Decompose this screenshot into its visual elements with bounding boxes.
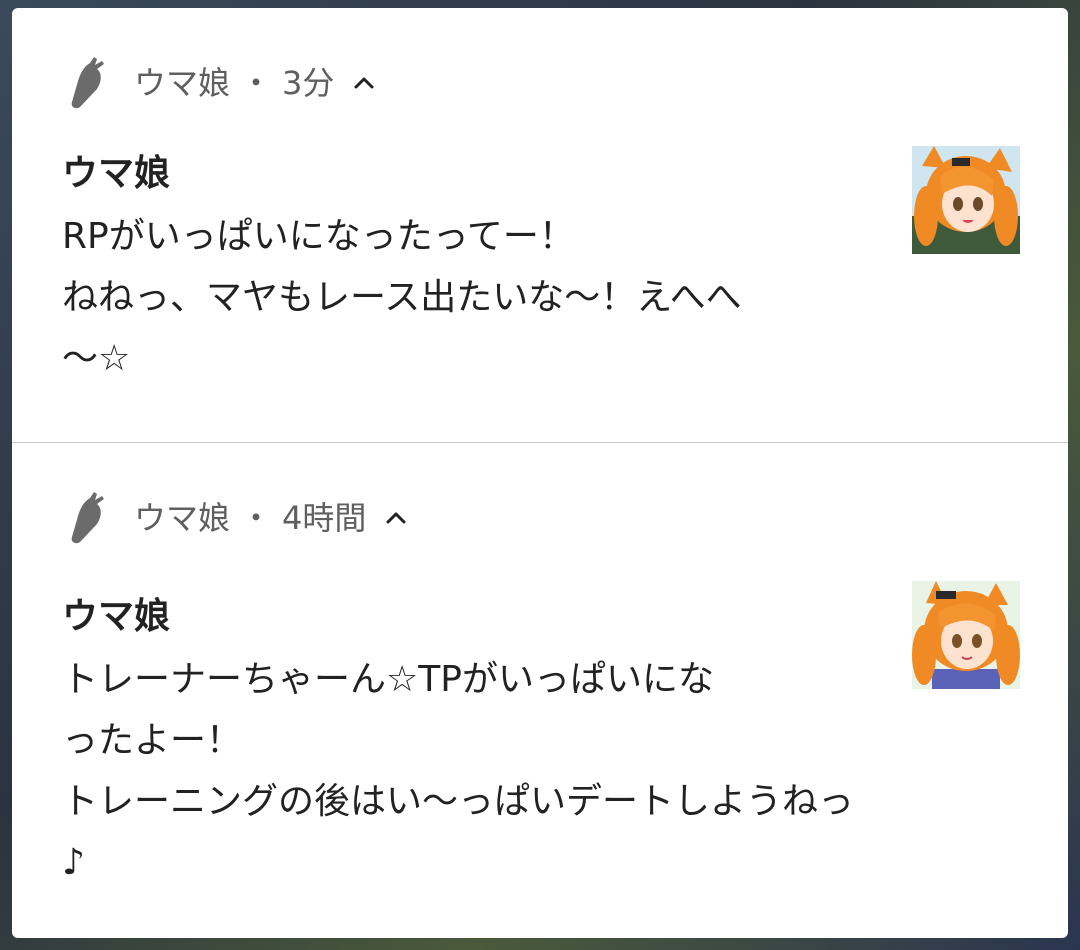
notification-title: ウマ娘 [62,596,171,637]
notification-body: トレーナーちゃーん☆TPがいっぱいにな ったよー！ トレーニングの後はい〜っぱい… [62,659,855,883]
chevron-up-icon[interactable] [384,506,408,530]
notification-header: ウマ娘 ・ 3分 [64,57,376,109]
character-avatar [912,581,1020,689]
notification-title: ウマ娘 [62,153,171,194]
app-name: ウマ娘 [134,64,231,102]
notification-body: RPがいっぱいになったってー！ ねねっ、マヤもレース出たいな〜！えへへ 〜☆ [62,216,742,379]
notification-card[interactable]: ウマ娘 ・ 3分 ウマ娘 RPがいっぱいになったってー！ ねねっ、マヤもレース出… [12,8,1068,442]
separator-dot: ・ [240,499,273,537]
carrot-icon [64,492,108,544]
app-name: ウマ娘 [134,499,231,537]
notification-time: 3分 [282,64,335,102]
notification-card[interactable]: ウマ娘 ・ 4時間 ウマ娘 トレーナーちゃーん☆TPがいっぱいにな ったよー！ … [12,443,1068,938]
notification-header: ウマ娘 ・ 4時間 [64,492,408,544]
notification-panel: ウマ娘 ・ 3分 ウマ娘 RPがいっぱいになったってー！ ねねっ、マヤもレース出… [12,8,1068,938]
chevron-up-icon[interactable] [352,71,376,95]
character-avatar [912,146,1020,254]
separator-dot: ・ [240,64,273,102]
notification-time: 4時間 [282,499,367,537]
carrot-icon [64,57,108,109]
